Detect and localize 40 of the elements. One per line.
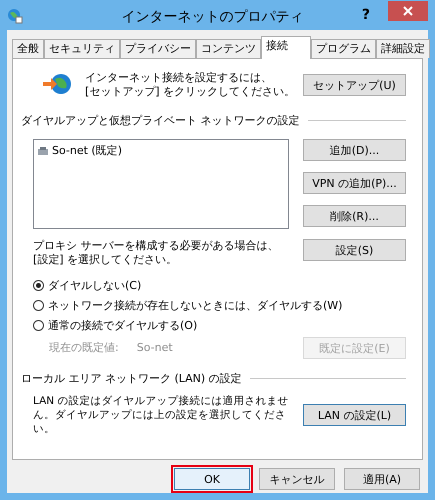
dialup-button[interactable]: VPN の追加(P)... xyxy=(303,172,406,194)
radio-button[interactable] xyxy=(33,280,44,290)
section-heading: ダイヤルアップと仮想プライベート ネットワークの設定 xyxy=(21,113,300,128)
radio-label: ネットワーク接続が存在しないときには、ダイヤルする(W) xyxy=(48,298,342,312)
dialup-button[interactable]: 削除(R)... xyxy=(303,205,406,227)
dialog-button[interactable]: キャンセル xyxy=(259,468,335,490)
close-button[interactable] xyxy=(388,1,428,21)
close-icon xyxy=(403,6,413,16)
radio-option[interactable]: 通常の接続でダイヤルする(O) xyxy=(33,315,406,335)
radio-option[interactable]: ダイヤルしない(C) xyxy=(33,275,406,295)
current-default-value: So-net xyxy=(136,341,173,355)
tab[interactable]: プライバシー xyxy=(120,39,196,58)
tab[interactable]: 全般 xyxy=(12,39,44,58)
radio-label: 通常の接続でダイヤルする(O) xyxy=(48,318,198,332)
current-default-label: 現在の既定値: xyxy=(49,341,119,355)
lan-description: LAN の設定はダイヤルアップ接続には適用されません。ダイヤルアップには上の設定を選択してください。 xyxy=(33,394,290,436)
section-heading: ローカル エリア ネットワーク (LAN) の設定 xyxy=(21,371,242,386)
dialog-button[interactable]: OK xyxy=(174,468,250,490)
radio-label: ダイヤルしない(C) xyxy=(48,278,142,292)
dialup-button[interactable]: 追加(D)... xyxy=(303,139,406,161)
lan-settings-button[interactable]: LAN の設定(L) xyxy=(303,404,406,426)
window-title: インターネットのプロパティ xyxy=(120,8,304,26)
tab[interactable]: コンテンツ xyxy=(196,39,261,58)
tab[interactable]: 詳細設定 xyxy=(376,39,430,58)
setup-instructions: インターネット接続を設定するには、 [セットアップ] をクリックしてください。 xyxy=(85,71,296,99)
help-button[interactable]: ? xyxy=(362,7,370,23)
proxy-instructions: プロキシ サーバーを構成する必要がある場合は、 [設定] を選択してください。 xyxy=(33,239,278,267)
connection-list[interactable]: So-net (既定) xyxy=(33,139,289,229)
connection-item[interactable]: So-net (既定) xyxy=(37,143,285,158)
setup-button[interactable]: セットアップ(U) xyxy=(303,74,406,96)
tab[interactable]: 接続 xyxy=(261,36,311,59)
radio-button[interactable] xyxy=(33,300,44,310)
radio-option[interactable]: ネットワーク接続が存在しないときには、ダイヤルする(W) xyxy=(33,295,406,315)
modem-icon xyxy=(37,146,49,156)
tab[interactable]: セキュリティ xyxy=(44,39,120,58)
settings-button[interactable]: 設定(S) xyxy=(303,239,406,261)
radio-button[interactable] xyxy=(33,320,44,330)
tab[interactable]: プログラム xyxy=(311,39,376,58)
dialog-button[interactable]: 適用(A) xyxy=(344,468,420,490)
globe-icon xyxy=(7,8,23,24)
